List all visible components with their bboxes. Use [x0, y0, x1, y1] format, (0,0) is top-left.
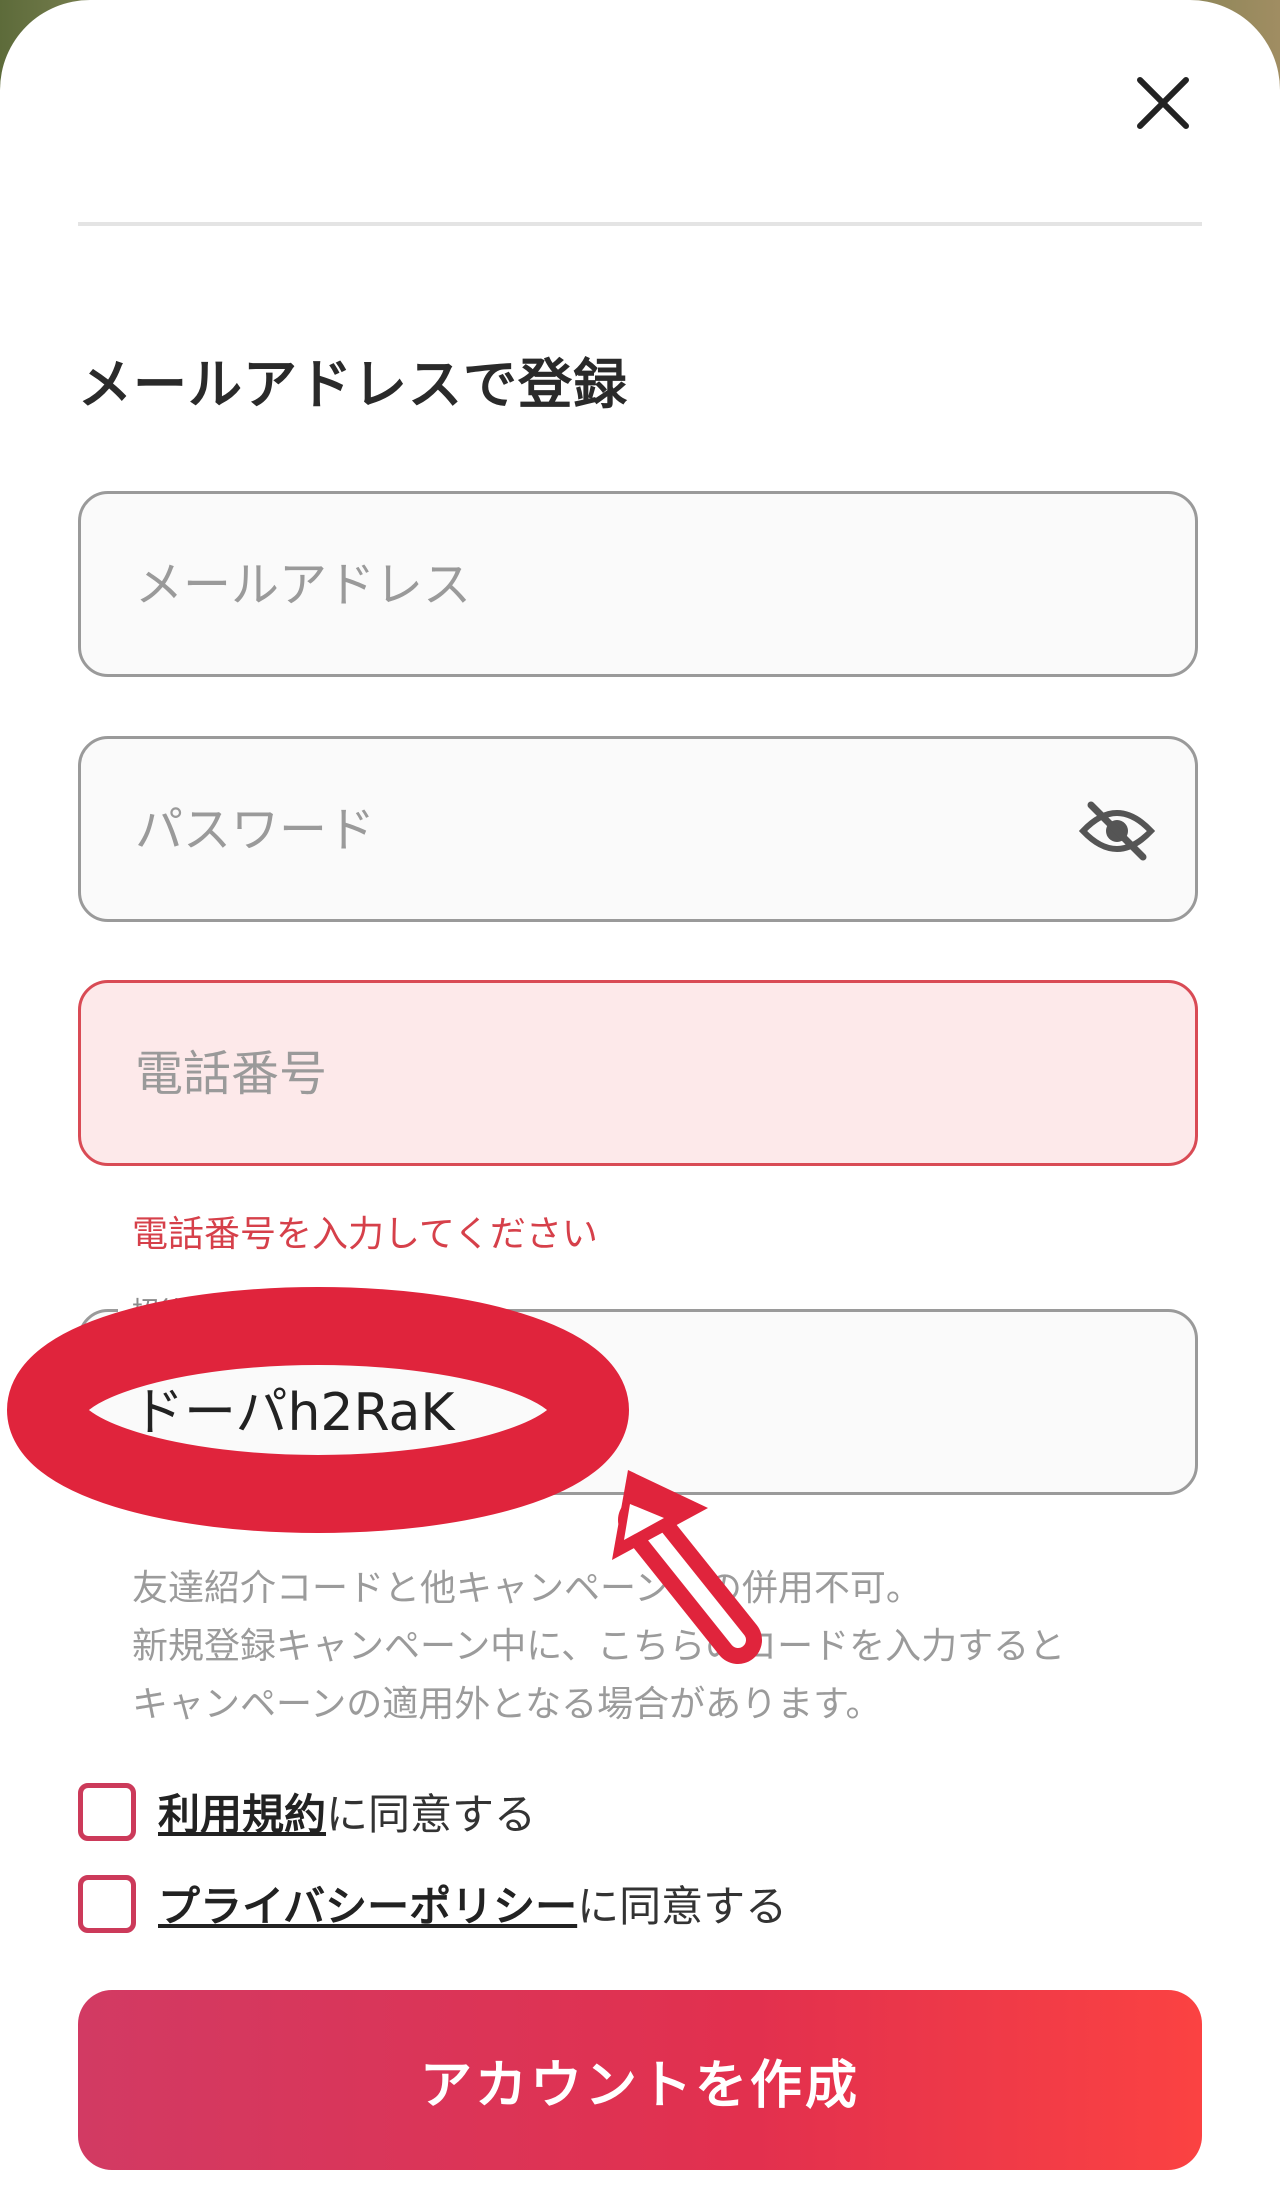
eye-off-icon [1078, 801, 1156, 861]
header-divider [78, 222, 1202, 226]
note-line: 新規登録キャンペーン中に、こちらのコードを入力すると [132, 1626, 1066, 1667]
terms-checkbox[interactable] [78, 1782, 136, 1841]
invite-code-note: 友達紹介コードと他キャンペーンとの併用不可。 新規登録キャンペーン中に、こちらの… [132, 1560, 1065, 1734]
close-icon [1137, 77, 1189, 129]
email-input[interactable] [133, 494, 1017, 676]
terms-link[interactable]: 利用規約 [158, 1790, 326, 1839]
email-field[interactable] [78, 491, 1198, 677]
note-line: キャンペーンの適用外となる場合があります。 [132, 1684, 882, 1725]
terms-row: 利用規約に同意する [78, 1781, 536, 1842]
phone-error-message: 電話番号を入力してください [132, 1214, 598, 1255]
privacy-link[interactable]: プライバシーポリシー [158, 1882, 577, 1931]
close-button[interactable] [1130, 70, 1196, 136]
privacy-checkbox[interactable] [78, 1874, 136, 1933]
password-input[interactable] [133, 739, 1017, 921]
invite-code-label: 招待コード [132, 1297, 267, 1328]
phone-field[interactable] [78, 980, 1198, 1166]
privacy-suffix: に同意する [577, 1882, 788, 1931]
password-field[interactable] [78, 736, 1198, 922]
create-account-button[interactable]: アカウントを作成 [78, 1990, 1202, 2170]
signup-sheet: メールアドレスで登録 電話番号を入力してください 招待コード ドーパh2RaK … [0, 0, 1280, 2186]
phone-input[interactable] [133, 983, 1017, 1165]
page-title: メールアドレスで登録 [78, 353, 628, 416]
password-visibility-toggle[interactable] [1078, 799, 1156, 863]
note-line: 友達紹介コードと他キャンペーンとの併用不可。 [132, 1568, 922, 1609]
terms-suffix: に同意する [326, 1790, 537, 1839]
privacy-row: プライバシーポリシーに同意する [78, 1873, 787, 1934]
invite-code-value[interactable]: ドーパh2RaK [132, 1370, 454, 1445]
